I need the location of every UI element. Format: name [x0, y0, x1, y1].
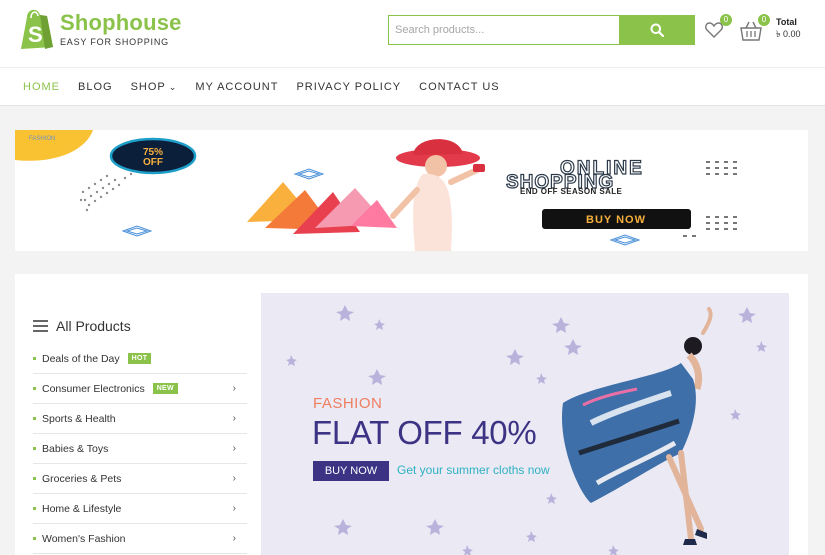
hero-subtitle: FASHION — [313, 395, 383, 412]
category-header[interactable]: All Products — [33, 314, 247, 338]
hero-slider[interactable]: FASHION FLAT OFF 40% BUY NOW Get your su… — [261, 293, 789, 555]
hot-badge: HOT — [127, 353, 152, 364]
nav-item-label: SHOP — [130, 81, 166, 93]
shopping-bags-illustration — [247, 182, 397, 234]
new-badge: NEW — [152, 383, 178, 394]
bullet-icon — [33, 417, 36, 420]
category-label: Deals of the Day — [42, 352, 120, 365]
chevron-right-icon: › — [232, 533, 236, 544]
hero-buy-now-button[interactable]: BUY NOW — [313, 461, 389, 481]
search-icon — [650, 23, 664, 37]
promo-buy-now-label: BUY NOW — [586, 214, 646, 226]
category-item-home-lifestyle[interactable]: Home & Lifestyle › — [33, 494, 247, 524]
bullet-icon — [33, 447, 36, 450]
promo-subline: END OFF SEASON SALE — [520, 187, 623, 196]
nav-item-label: CONTACT US — [419, 81, 500, 93]
category-item-groceries-pets[interactable]: Groceries & Pets › — [33, 464, 247, 494]
bullet-icon — [33, 507, 36, 510]
fashion-model-illustration — [561, 307, 713, 545]
shopping-bag-logo-icon: S — [21, 9, 53, 49]
nav-item-home[interactable]: HOME — [23, 81, 60, 93]
category-item-sports-health[interactable]: Sports & Health › — [33, 404, 247, 434]
category-hero-section: All Products Deals of the Day HOT Consum… — [15, 274, 808, 555]
brand-name: Shophouse — [60, 9, 182, 35]
main-nav: HOME BLOG SHOP ⌄ MY ACCOUNT PRIVACY POLIC… — [0, 67, 825, 106]
chevron-right-icon: › — [232, 503, 236, 514]
cart-count-badge: 0 — [758, 14, 770, 26]
bullet-icon — [33, 477, 36, 480]
chevron-right-icon: › — [232, 473, 236, 484]
nav-item-shop[interactable]: SHOP ⌄ — [131, 81, 178, 93]
cart-total-label: Total — [776, 17, 797, 27]
nav-item-label: MY ACCOUNT — [195, 81, 279, 93]
woman-shopper-illustration — [390, 139, 485, 251]
dot-pattern — [79, 172, 133, 212]
menu-icon — [33, 320, 48, 332]
category-label: Consumer Electronics — [42, 382, 145, 395]
bullet-icon — [33, 357, 36, 360]
search-input[interactable] — [388, 15, 619, 45]
bullet-icon — [33, 387, 36, 390]
chevron-right-icon: › — [232, 383, 236, 394]
hero-cta-text: Get your summer cloths now — [397, 463, 550, 477]
dash-pattern — [683, 161, 737, 237]
nav-item-label: PRIVACY POLICY — [296, 81, 402, 93]
promo-corner-label: FASHION — [29, 136, 55, 142]
brand-tagline: EASY FOR SHOPPING — [60, 36, 169, 47]
category-sidebar: All Products Deals of the Day HOT Consum… — [33, 314, 247, 554]
nav-item-blog[interactable]: BLOG — [78, 81, 113, 93]
hero-title: FLAT OFF 40% — [312, 414, 537, 451]
category-label: Home & Lifestyle — [42, 502, 122, 515]
site-logo[interactable]: S Shophouse EASY FOR SHOPPING — [18, 6, 182, 50]
promo-banner-graphic: FASHION 75% OFF ONLINE SHOPPING END OFF … — [15, 130, 737, 251]
promo-banner[interactable]: FASHION 75% OFF ONLINE SHOPPING END OFF … — [15, 130, 808, 251]
chevron-down-icon: ⌄ — [168, 82, 178, 92]
site-header: S Shophouse EASY FOR SHOPPING 0 0 — [0, 0, 825, 67]
svg-text:S: S — [28, 22, 43, 47]
cart-button[interactable]: 0 — [740, 14, 770, 42]
category-item-consumer-electronics[interactable]: Consumer Electronics NEW › — [33, 374, 247, 404]
category-item-womens-fashion[interactable]: Women's Fashion › — [33, 524, 247, 554]
chevron-right-icon: › — [232, 413, 236, 424]
wishlist-count-badge: 0 — [720, 14, 732, 26]
category-title: All Products — [56, 318, 131, 334]
wishlist-button[interactable]: 0 — [705, 14, 732, 40]
category-label: Sports & Health — [42, 412, 116, 425]
category-label: Babies & Toys — [42, 442, 109, 455]
category-label: Women's Fashion — [42, 532, 126, 545]
bullet-icon — [33, 537, 36, 540]
nav-item-label: BLOG — [78, 81, 113, 93]
cart-total-amount: ৳ 0.00 — [776, 29, 801, 39]
discount-off: OFF — [143, 157, 163, 168]
nav-item-contact-us[interactable]: CONTACT US — [419, 81, 500, 93]
search-button[interactable] — [619, 15, 695, 45]
cart-total[interactable]: Total ৳ 0.00 — [776, 16, 801, 40]
nav-item-privacy-policy[interactable]: PRIVACY POLICY — [296, 81, 401, 93]
nav-item-label: HOME — [23, 81, 60, 93]
category-label: Groceries & Pets — [42, 472, 122, 485]
category-item-babies-toys[interactable]: Babies & Toys › — [33, 434, 247, 464]
category-item-deals[interactable]: Deals of the Day HOT — [33, 344, 247, 374]
search-bar — [388, 15, 695, 45]
heart-icon — [705, 22, 723, 38]
chevron-right-icon: › — [232, 443, 236, 454]
nav-item-my-account[interactable]: MY ACCOUNT — [195, 81, 278, 93]
